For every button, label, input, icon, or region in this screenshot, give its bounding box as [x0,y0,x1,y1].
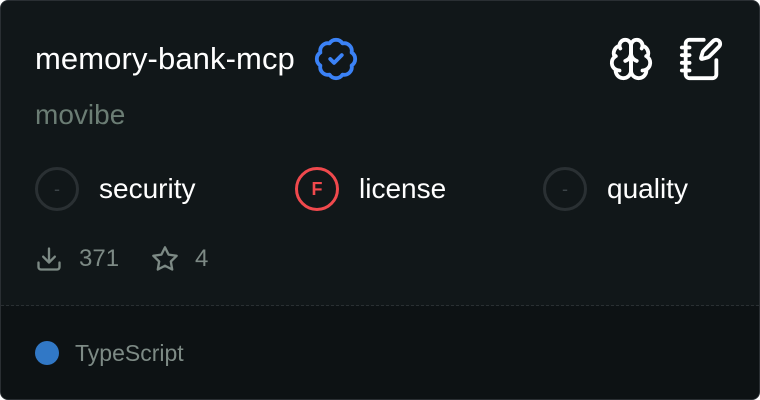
download-icon [35,245,63,273]
top-icons [607,35,725,83]
security-score[interactable]: - security [35,165,195,213]
card-footer: TypeScript [1,306,759,399]
quality-grade-circle: - [543,167,587,211]
license-label: license [359,173,447,204]
downloads-stat: 371 [35,241,119,277]
license-grade-circle: F [295,167,339,211]
server-card[interactable]: memory-bank-mcp movibe - security F lice… [0,0,760,400]
language-color-dot [35,341,59,365]
license-score[interactable]: F license [295,165,446,213]
notebook-edit-icon[interactable] [677,35,725,83]
star-icon[interactable] [151,245,179,273]
stars-count: 4 [195,245,209,272]
title-row: memory-bank-mcp [35,35,359,83]
score-row: - security F license - quality [35,165,735,213]
language-name: TypeScript [75,340,184,366]
downloads-count: 371 [79,245,120,272]
verified-badge-icon [313,36,359,82]
quality-score[interactable]: - quality [543,165,688,213]
brain-icon[interactable] [607,35,655,83]
security-label: security [99,173,196,204]
stars-stat[interactable]: 4 [151,241,208,277]
author-name[interactable]: movibe [35,97,125,133]
language-info: TypeScript [35,336,184,370]
stats-row: 371 4 [35,241,240,277]
security-grade-circle: - [35,167,79,211]
server-title[interactable]: memory-bank-mcp [35,35,295,83]
quality-label: quality [607,173,688,204]
